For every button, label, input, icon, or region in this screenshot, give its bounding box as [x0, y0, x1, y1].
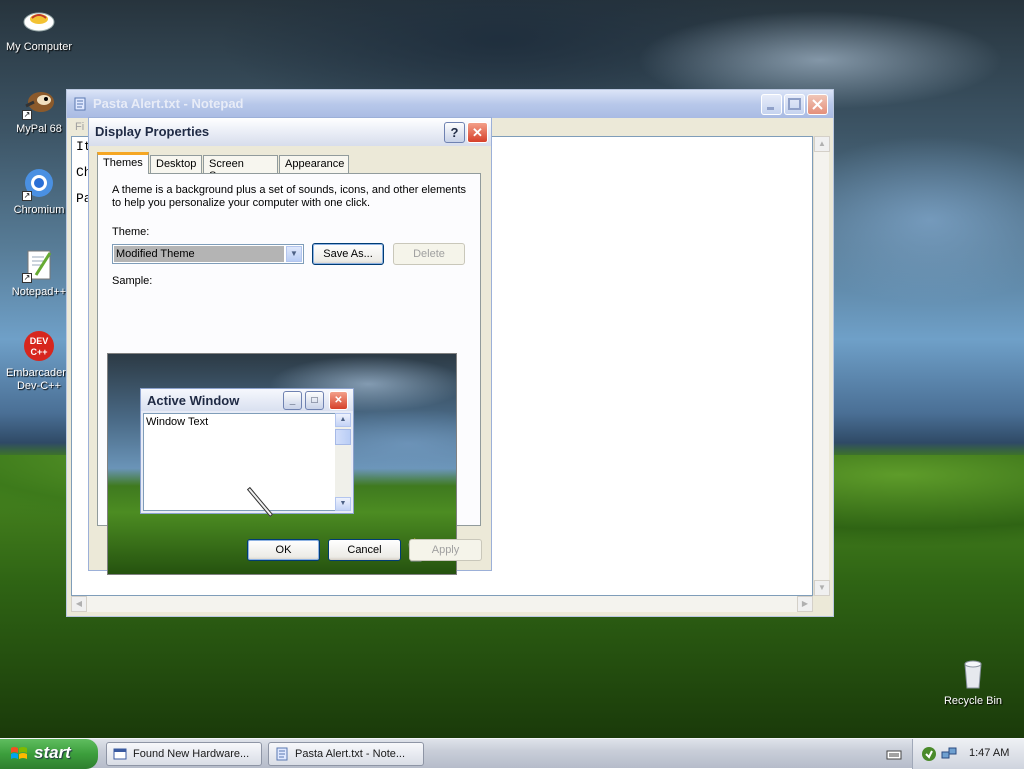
- sample-window-text: Window Text: [146, 416, 209, 428]
- recycle-bin-icon: [956, 658, 990, 692]
- desktop-icon-label: Recycle Bin: [943, 695, 1003, 707]
- theme-label: Theme:: [112, 226, 150, 238]
- minimize-icon: [767, 107, 774, 110]
- shortcut-arrow-icon: ↗: [22, 273, 32, 283]
- sample-scroll-thumb: [335, 429, 351, 445]
- sample-active-window: Active Window _ □ ✕ Window Text ▲ ▼: [140, 388, 354, 514]
- scroll-up-icon[interactable]: ▲: [814, 136, 830, 152]
- help-button[interactable]: ?: [444, 122, 465, 143]
- system-tray: 1:47 AM: [912, 739, 1024, 769]
- menu-file[interactable]: Fi: [75, 121, 84, 133]
- sample-minimize-icon: _: [283, 391, 302, 410]
- taskbar-item-label: Pasta Alert.txt - Note...: [295, 748, 406, 760]
- desktop-icon-label: My Computer: [5, 41, 73, 53]
- vertical-scrollbar[interactable]: ▲ ▼: [813, 136, 830, 596]
- notepad-title: Pasta Alert.txt - Notepad: [93, 96, 244, 111]
- scroll-down-icon[interactable]: ▼: [814, 580, 830, 596]
- start-label: start: [34, 743, 71, 762]
- windows-logo-icon: [11, 747, 27, 759]
- sample-scrollbar: ▲ ▼: [335, 413, 351, 511]
- sample-close-icon: ✕: [329, 391, 348, 410]
- maximize-icon: [788, 98, 801, 110]
- svg-text:C++: C++: [30, 347, 47, 357]
- tab-desktop[interactable]: Desktop: [150, 155, 202, 174]
- maximize-button[interactable]: [784, 94, 805, 115]
- theme-select[interactable]: Modified Theme ▼: [112, 244, 304, 264]
- taskbar: start Found New Hardware... Pasta Alert.…: [0, 738, 1024, 769]
- apply-button[interactable]: Apply: [409, 539, 482, 561]
- dialog-titlebar[interactable]: Display Properties ? ✕: [89, 118, 491, 146]
- sample-window-titlebar: Active Window _ □ ✕: [141, 389, 353, 411]
- sample-window-body: Window Text: [143, 413, 337, 511]
- tab-appearance[interactable]: Appearance: [279, 155, 349, 174]
- notepad-titlebar[interactable]: Pasta Alert.txt - Notepad: [67, 90, 833, 118]
- taskbar-item-found-new-hardware[interactable]: Found New Hardware...: [106, 742, 262, 766]
- taskbar-item-pasta-alert[interactable]: Pasta Alert.txt - Note...: [268, 742, 424, 766]
- close-icon: [812, 99, 823, 110]
- my-computer-icon: [22, 4, 56, 38]
- chromium-icon: ↗: [22, 167, 56, 201]
- dialog-title: Display Properties: [95, 124, 210, 139]
- security-shield-icon[interactable]: [921, 746, 937, 762]
- minimize-button[interactable]: [761, 94, 782, 115]
- keyboard-icon[interactable]: [886, 746, 902, 762]
- dialog-close-button[interactable]: ✕: [467, 122, 488, 143]
- theme-description: A theme is a background plus a set of so…: [112, 184, 467, 209]
- svg-text:DEV: DEV: [30, 336, 49, 346]
- desktop-icon-recycle-bin[interactable]: Recycle Bin: [934, 658, 1012, 708]
- display-properties-dialog[interactable]: Display Properties ? ✕ Themes Desktop Sc…: [88, 117, 492, 575]
- devcpp-icon: DEV C++: [22, 330, 56, 364]
- sample-scroll-down-icon: ▼: [335, 497, 351, 511]
- horizontal-scrollbar[interactable]: ◀ ▶: [71, 596, 813, 612]
- taskbar-item-label: Found New Hardware...: [133, 748, 250, 760]
- notepadpp-icon: ↗: [22, 249, 56, 283]
- sample-maximize-icon: □: [305, 391, 324, 410]
- theme-select-value: Modified Theme: [114, 246, 284, 262]
- sample-scroll-up-icon: ▲: [335, 413, 351, 427]
- sample-window-title: Active Window: [147, 393, 240, 408]
- save-as-button[interactable]: Save As...: [312, 243, 384, 265]
- tab-screen-saver[interactable]: Screen Saver: [203, 155, 278, 182]
- shortcut-arrow-icon: ↗: [22, 110, 32, 120]
- desktop-icon-my-computer[interactable]: My Computer: [0, 4, 78, 54]
- sample-label: Sample:: [112, 275, 153, 287]
- clock[interactable]: 1:47 AM: [969, 747, 1009, 759]
- notepad-icon: [275, 747, 289, 761]
- cancel-button[interactable]: Cancel: [328, 539, 401, 561]
- notepad-app-icon: [73, 97, 87, 111]
- delete-button[interactable]: Delete: [393, 243, 465, 265]
- scroll-left-icon[interactable]: ◀: [71, 596, 87, 612]
- chevron-down-icon[interactable]: ▼: [286, 246, 302, 262]
- ok-button[interactable]: OK: [247, 539, 320, 561]
- mypal-icon: ↗: [22, 86, 56, 120]
- tab-themes[interactable]: Themes: [97, 152, 149, 174]
- start-button[interactable]: start: [0, 739, 98, 769]
- window-icon: [113, 747, 127, 761]
- close-button[interactable]: [807, 94, 828, 115]
- shortcut-arrow-icon: ↗: [22, 191, 32, 201]
- network-icon[interactable]: [941, 746, 957, 762]
- scroll-right-icon[interactable]: ▶: [797, 596, 813, 612]
